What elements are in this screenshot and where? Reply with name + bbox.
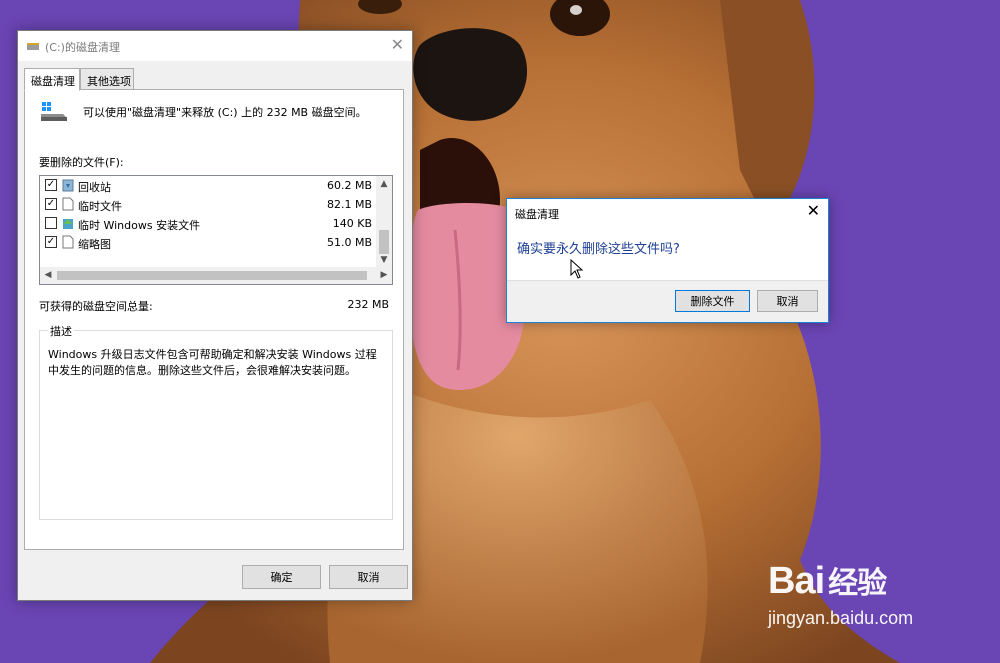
watermark-url: jingyan.baidu.com	[768, 608, 914, 628]
checkbox[interactable]: ✓	[45, 179, 57, 191]
vertical-scroll-thumb[interactable]	[379, 230, 389, 254]
cancel-button[interactable]: 取消	[329, 565, 408, 589]
description-title: 描述	[48, 323, 74, 339]
title-bar[interactable]: (C:)的磁盘清理 ✕	[18, 31, 412, 61]
baidu-logo: Bai 经验	[768, 560, 887, 602]
tab-more-options[interactable]: 其他选项	[80, 68, 134, 90]
horizontal-scrollbar[interactable]: ◀ ▶	[40, 267, 392, 284]
windows-setup-icon	[63, 219, 73, 229]
summary-text: 可以使用"磁盘清理"来释放 (C:) 上的 232 MB 磁盘空间。	[83, 106, 367, 119]
confirm-footer: 删除文件 取消	[507, 280, 828, 322]
space-gained-label: 可获得的磁盘空间总量:	[39, 300, 153, 313]
scroll-right-arrow-icon[interactable]: ▶	[376, 267, 392, 284]
disk-cleanup-dialog: (C:)的磁盘清理 ✕ 磁盘清理 其他选项 可以使用"磁盘清理"来释放 (C:)…	[17, 30, 413, 601]
files-to-delete-list[interactable]: ✓ 回收站 60.2 MB ✓ 临时文件 82.1 MB 临时 Windows …	[39, 175, 393, 285]
confirm-message: 确实要永久删除这些文件吗?	[517, 242, 680, 257]
tab-disk-cleanup[interactable]: 磁盘清理	[24, 68, 80, 91]
mouse-cursor-icon	[570, 259, 584, 279]
disk-cleanup-panel: 可以使用"磁盘清理"来释放 (C:) 上的 232 MB 磁盘空间。 要删除的文…	[24, 89, 404, 550]
confirm-cancel-button[interactable]: 取消	[757, 290, 818, 312]
checkbox[interactable]: ✓	[45, 236, 57, 248]
list-item[interactable]: ✓ 缩略图 51.0 MB	[40, 233, 378, 252]
confirm-delete-dialog: 磁盘清理 ✕ 确实要永久删除这些文件吗? 删除文件 取消	[506, 198, 829, 323]
window-title: (C:)的磁盘清理	[45, 41, 120, 54]
delete-files-button[interactable]: 删除文件	[675, 290, 750, 312]
disk-cleanup-icon	[27, 43, 39, 50]
scroll-left-arrow-icon[interactable]: ◀	[40, 267, 56, 284]
drive-icon	[41, 102, 67, 121]
space-gained-value: 232 MB	[347, 298, 389, 311]
baidu-jingyan-watermark: Bai 经验 jingyan.baidu.com	[768, 562, 913, 629]
scroll-up-arrow-icon[interactable]: ▲	[376, 176, 392, 192]
description-group: 描述 Windows 升级日志文件包含可帮助确定和解决安装 Windows 过程…	[39, 323, 393, 520]
checkbox[interactable]	[45, 217, 57, 229]
confirm-title: 磁盘清理	[515, 208, 559, 221]
file-icon	[62, 197, 74, 211]
file-icon	[62, 235, 74, 249]
checkbox[interactable]: ✓	[45, 198, 57, 210]
list-item[interactable]: 临时 Windows 安装文件 140 KB	[40, 214, 378, 233]
close-icon[interactable]: ✕	[807, 202, 820, 220]
list-item[interactable]: ✓ 临时文件 82.1 MB	[40, 195, 378, 214]
recycle-bin-icon	[62, 179, 74, 192]
ok-button[interactable]: 确定	[242, 565, 321, 589]
scroll-down-arrow-icon[interactable]: ▼	[376, 252, 392, 268]
horizontal-scroll-thumb[interactable]	[57, 271, 367, 280]
list-item[interactable]: ✓ 回收站 60.2 MB	[40, 176, 378, 195]
description-text: Windows 升级日志文件包含可帮助确定和解决安装 Windows 过程中发生…	[48, 348, 377, 377]
files-to-delete-label: 要删除的文件(F):	[39, 156, 124, 169]
vertical-scrollbar[interactable]: ▲ ▼	[376, 176, 392, 268]
close-button[interactable]: ✕	[391, 36, 404, 54]
